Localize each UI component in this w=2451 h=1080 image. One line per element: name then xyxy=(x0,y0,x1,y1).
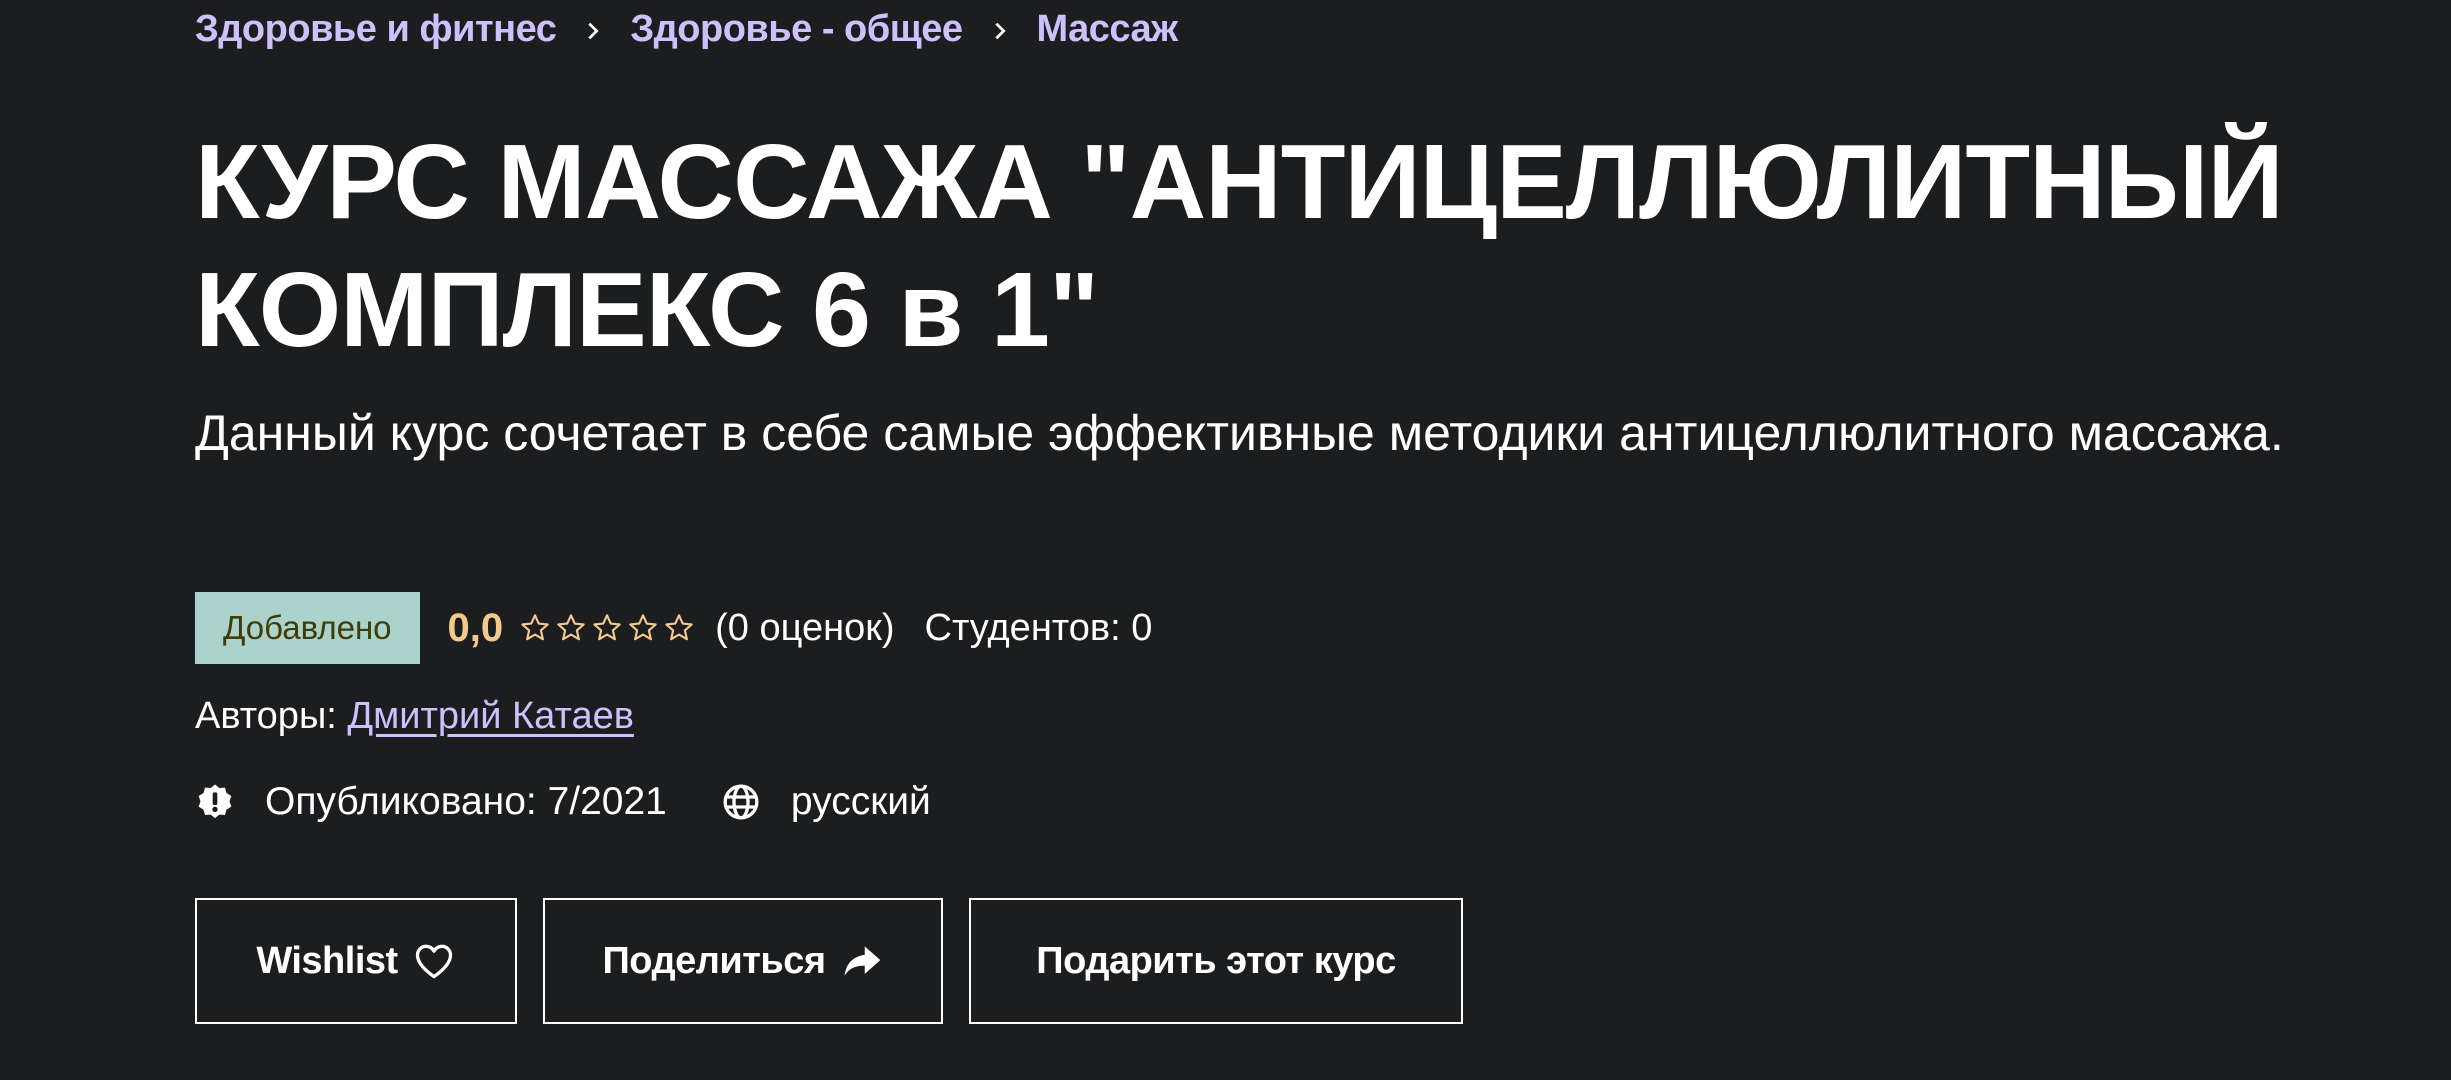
share-label: Поделиться xyxy=(602,939,826,982)
students-count: Студентов: 0 xyxy=(924,606,1153,649)
wishlist-label: Wishlist xyxy=(256,939,398,982)
heart-icon xyxy=(415,944,452,979)
status-badge: Добавлено xyxy=(195,592,420,664)
star-icon xyxy=(629,614,657,641)
breadcrumb: Здоровье и фитнес Здоровье - общее Масса… xyxy=(195,8,1178,51)
rating-row: Добавлено 0,0 (0 оценок) Студентов: 0 xyxy=(195,592,1152,664)
breadcrumb-item-massage[interactable]: Массаж xyxy=(1037,8,1179,51)
chevron-right-icon xyxy=(963,8,1037,51)
wishlist-button[interactable]: Wishlist xyxy=(195,898,517,1024)
share-arrow-icon xyxy=(844,946,880,976)
authors-label: Авторы: xyxy=(195,695,337,737)
meta-row: Опубликовано: 7/2021 русский xyxy=(195,780,931,824)
rating-value: 0,0 xyxy=(447,605,504,650)
share-button[interactable]: Поделиться xyxy=(543,898,943,1024)
course-language: русский xyxy=(790,780,931,823)
gift-course-button[interactable]: Подарить этот курс xyxy=(969,898,1463,1024)
chevron-right-icon xyxy=(556,8,630,51)
course-title: КУРС МАССАЖА "АНТИЦЕЛЛЮЛИТНЫЙ КОМПЛЕКС 6… xyxy=(195,123,2284,369)
star-icon xyxy=(593,614,621,641)
breadcrumb-item-health-fitness[interactable]: Здоровье и фитнес xyxy=(195,8,557,51)
globe-icon xyxy=(723,784,759,820)
course-subtitle: Данный курс сочетает в себе самые эффект… xyxy=(195,405,2284,461)
gift-label: Подарить этот курс xyxy=(1036,939,1396,982)
breadcrumb-item-health-general[interactable]: Здоровье - общее xyxy=(630,8,963,51)
rating-stars xyxy=(519,612,699,644)
authors-row: Авторы: Дмитрий Катаев xyxy=(195,695,634,738)
alert-badge-icon xyxy=(198,784,232,819)
star-icon xyxy=(557,614,585,641)
published-date: Опубликовано: 7/2021 xyxy=(265,780,667,823)
author-link[interactable]: Дмитрий Катаев xyxy=(347,695,634,737)
star-icon xyxy=(665,614,693,641)
action-buttons: Wishlist Поделиться Подарить этот курс xyxy=(195,898,1489,1024)
star-icon xyxy=(521,614,549,641)
rating-count[interactable]: (0 оценок) xyxy=(715,607,894,650)
